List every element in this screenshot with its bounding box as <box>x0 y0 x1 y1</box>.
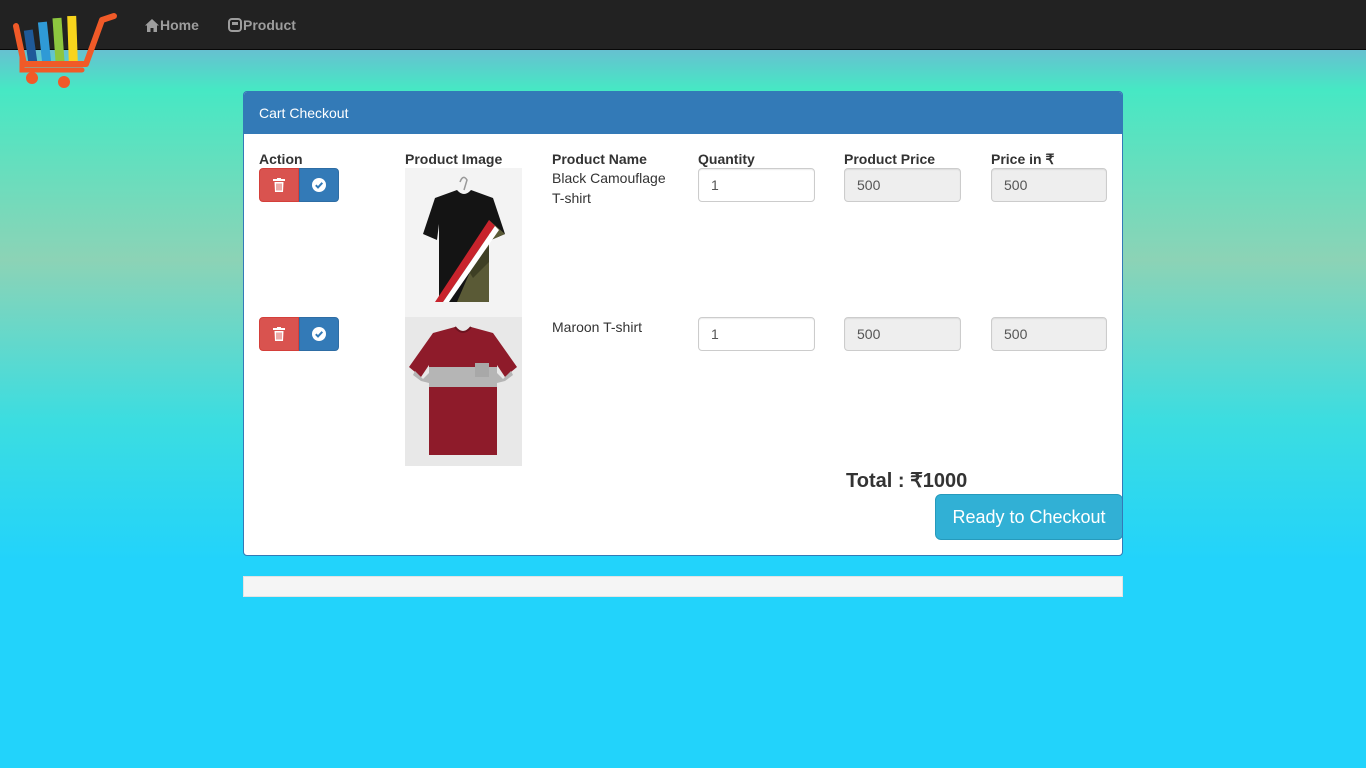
footer-well <box>243 576 1123 597</box>
col-head-action: Action <box>259 151 303 167</box>
home-icon <box>145 18 159 32</box>
col-head-product-price: Product Price <box>844 151 936 167</box>
price-field <box>991 168 1107 202</box>
col-head-quantity: Quantity <box>698 151 755 167</box>
trash-icon <box>273 327 285 341</box>
product-price-field <box>844 317 961 351</box>
product-price-field <box>844 168 961 202</box>
cart-total: Total : ₹1000 <box>846 470 968 492</box>
panel-heading: Cart Checkout <box>244 92 1122 134</box>
confirm-item-button[interactable] <box>299 168 339 202</box>
check-circle-icon <box>312 178 326 192</box>
nav-product-link[interactable]: Product <box>228 15 296 35</box>
col-head-product-name: Product Name <box>552 151 647 167</box>
nav-home-link[interactable]: Home <box>145 15 199 35</box>
ready-to-checkout-button[interactable]: Ready to Checkout <box>935 494 1122 540</box>
quantity-input[interactable] <box>698 168 815 202</box>
navbar: Home Product <box>0 0 1366 50</box>
product-name: Maroon T-shirt <box>552 319 642 335</box>
product-image-maroon-tshirt <box>405 317 522 466</box>
price-field <box>991 317 1107 351</box>
confirm-item-button[interactable] <box>299 317 339 351</box>
row-1-actions <box>259 168 339 202</box>
check-circle-icon <box>312 327 326 341</box>
delete-item-button[interactable] <box>259 317 299 351</box>
product-name: Black Camouflage T-shirt <box>552 170 666 206</box>
row-2-actions <box>259 317 339 351</box>
nav-home-label: Home <box>160 17 199 33</box>
quantity-input[interactable] <box>698 317 815 351</box>
col-head-price: Price in ₹ <box>991 151 1055 167</box>
col-head-product-image: Product Image <box>405 151 503 167</box>
delete-item-button[interactable] <box>259 168 299 202</box>
trash-icon <box>273 178 285 192</box>
product-icon <box>228 18 242 32</box>
cart-checkout-panel: Cart Checkout Action Product Image Produ… <box>243 91 1123 556</box>
cart-logo-icon[interactable] <box>12 12 118 92</box>
nav-product-label: Product <box>243 17 296 33</box>
product-image-black-tshirt <box>405 168 522 317</box>
